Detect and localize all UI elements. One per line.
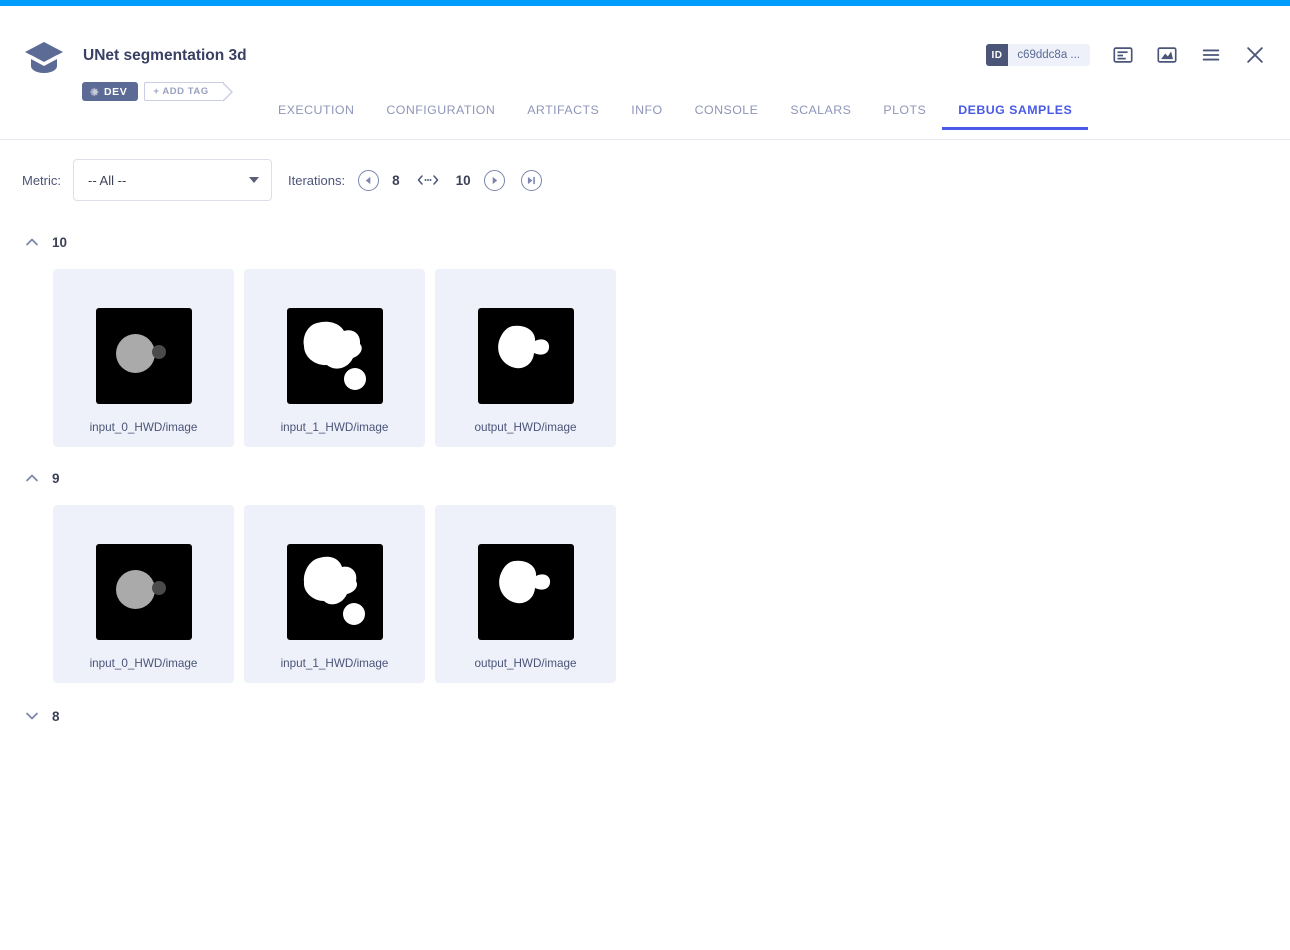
sample-label: input_1_HWD/image bbox=[281, 657, 389, 670]
sample-thumbnail bbox=[287, 544, 383, 640]
close-icon[interactable] bbox=[1244, 44, 1266, 66]
tab-execution[interactable]: EXECUTION bbox=[262, 103, 370, 130]
header-tools: ID c69ddc8a ... bbox=[986, 44, 1266, 66]
mask-shape bbox=[287, 544, 383, 640]
id-badge-key: ID bbox=[986, 44, 1009, 66]
sample-thumbnail bbox=[478, 544, 574, 640]
iteration-header-9[interactable]: 9 bbox=[0, 461, 1290, 495]
page-title: UNet segmentation 3d bbox=[83, 47, 247, 65]
sample-label: input_0_HWD/image bbox=[90, 421, 198, 434]
next-iteration-button[interactable] bbox=[484, 170, 505, 191]
debug-samples-list: 10 input_0_HWD/image input_1_HWD/image bbox=[0, 225, 1290, 733]
sample-card[interactable]: input_1_HWD/image bbox=[244, 269, 425, 447]
tag-row: DEV + ADD TAG bbox=[82, 82, 224, 101]
chevron-down-icon bbox=[24, 708, 40, 724]
tab-console[interactable]: CONSOLE bbox=[679, 103, 775, 130]
chevron-up-icon bbox=[24, 234, 40, 250]
iteration-number: 8 bbox=[52, 709, 60, 724]
sample-card[interactable]: input_1_HWD/image bbox=[244, 505, 425, 683]
sample-label: output_HWD/image bbox=[475, 421, 577, 434]
tab-artifacts[interactable]: ARTIFACTS bbox=[511, 103, 615, 130]
iteration-to: 10 bbox=[456, 173, 471, 188]
experiment-id-badge[interactable]: ID c69ddc8a ... bbox=[986, 44, 1090, 66]
prev-iteration-button[interactable] bbox=[358, 170, 379, 191]
sample-card[interactable]: input_0_HWD/image bbox=[53, 269, 234, 447]
iterations-control: Iterations: 8 10 bbox=[288, 170, 542, 191]
gear-icon bbox=[90, 87, 100, 97]
iterations-label: Iterations: bbox=[288, 173, 345, 188]
sample-thumbnail bbox=[287, 308, 383, 404]
mask-shape bbox=[478, 308, 574, 404]
prev-circle-icon bbox=[364, 176, 373, 185]
iteration-block: 10 input_0_HWD/image input_1_HWD/image bbox=[0, 225, 1290, 447]
metric-select-value: -- All -- bbox=[88, 173, 126, 188]
chevron-up-icon bbox=[24, 470, 40, 486]
tab-debug-samples[interactable]: DEBUG SAMPLES bbox=[942, 103, 1088, 130]
image-chart-icon[interactable] bbox=[1156, 44, 1178, 66]
tab-bar: EXECUTION CONFIGURATION ARTIFACTS INFO C… bbox=[0, 103, 1290, 140]
iteration-from: 8 bbox=[392, 173, 400, 188]
tab-info[interactable]: INFO bbox=[615, 103, 678, 130]
mask-shape bbox=[287, 308, 383, 404]
sample-label: output_HWD/image bbox=[475, 657, 577, 670]
tag-dev[interactable]: DEV bbox=[82, 82, 138, 101]
iteration-header-8[interactable]: 8 bbox=[0, 699, 1290, 733]
log-list-icon[interactable] bbox=[1112, 44, 1134, 66]
filter-bar: Metric: -- All -- Iterations: 8 10 bbox=[0, 158, 1290, 202]
sample-card[interactable]: output_HWD/image bbox=[435, 505, 616, 683]
sample-card[interactable]: input_0_HWD/image bbox=[53, 505, 234, 683]
metric-label: Metric: bbox=[22, 173, 61, 188]
sample-card[interactable]: output_HWD/image bbox=[435, 269, 616, 447]
iteration-number: 10 bbox=[52, 235, 67, 250]
id-badge-value: c69ddc8a ... bbox=[1008, 49, 1090, 61]
sample-card-row: input_0_HWD/image input_1_HWD/image bbox=[0, 269, 1290, 447]
left-right-arrow-icon bbox=[417, 174, 439, 186]
iteration-header-10[interactable]: 10 bbox=[0, 225, 1290, 259]
next-circle-icon bbox=[490, 176, 499, 185]
chevron-down-icon bbox=[249, 177, 259, 183]
iteration-number: 9 bbox=[52, 471, 60, 486]
tab-configuration[interactable]: CONFIGURATION bbox=[370, 103, 511, 130]
sample-thumbnail bbox=[96, 544, 192, 640]
add-tag-button[interactable]: + ADD TAG bbox=[144, 82, 223, 101]
metric-select[interactable]: -- All -- bbox=[73, 159, 272, 201]
tab-plots[interactable]: PLOTS bbox=[867, 103, 942, 130]
sample-label: input_1_HWD/image bbox=[281, 421, 389, 434]
hamburger-menu-icon[interactable] bbox=[1200, 44, 1222, 66]
tab-scalars[interactable]: SCALARS bbox=[774, 103, 867, 130]
sample-label: input_0_HWD/image bbox=[90, 657, 198, 670]
tag-dev-label: DEV bbox=[104, 86, 127, 98]
iteration-block: 8 bbox=[0, 699, 1290, 733]
skip-last-circle-icon bbox=[526, 176, 537, 185]
mask-shape bbox=[478, 544, 574, 640]
sample-thumbnail bbox=[96, 308, 192, 404]
iteration-block: 9 input_0_HWD/image input_1_HWD/image bbox=[0, 461, 1290, 683]
last-iteration-button[interactable] bbox=[521, 170, 542, 191]
sample-thumbnail bbox=[478, 308, 574, 404]
add-tag-label: + ADD TAG bbox=[153, 86, 208, 97]
sample-card-row: input_0_HWD/image input_1_HWD/image bbox=[0, 505, 1290, 683]
graduation-cap-icon bbox=[22, 36, 66, 80]
